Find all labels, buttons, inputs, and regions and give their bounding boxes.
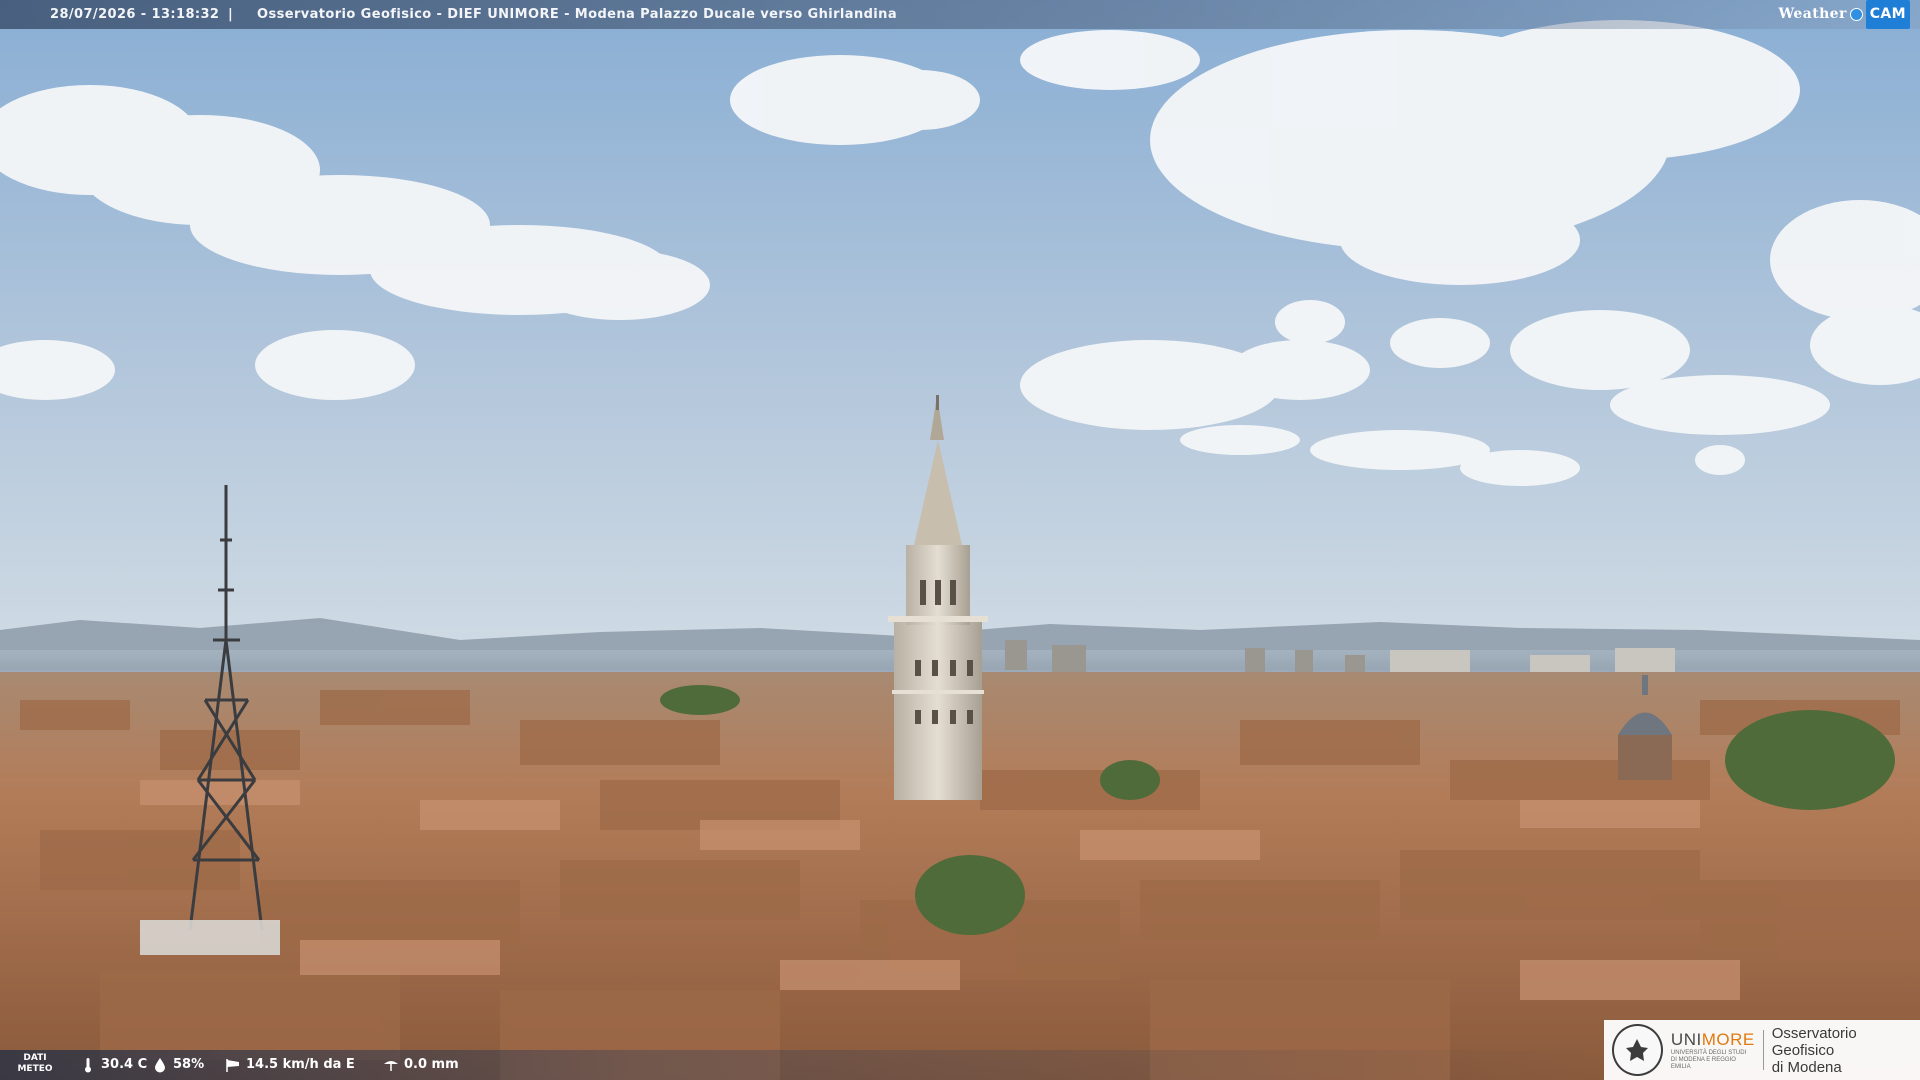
- university-subtitle: UNIVERSITÀ DEGLI STUDI DI MODENA E REGGI…: [1670, 1049, 1747, 1070]
- brand-weather-text: Weather: [1778, 5, 1847, 22]
- weathercam-logo: Weather CAM: [1778, 0, 1910, 29]
- temperature-value: 30.4 C: [101, 1057, 148, 1072]
- weather-label-line1: DATI: [23, 1053, 47, 1063]
- weather-label-line2: METEO: [17, 1064, 53, 1074]
- wind-value: 14.5 km/h da E: [246, 1057, 355, 1072]
- temperature-reading: 30.4 C: [80, 1050, 147, 1080]
- university-name-accent: MORE: [1701, 1029, 1755, 1049]
- humidity-reading: 58%: [152, 1050, 204, 1080]
- university-name-block: UNIMORE UNIVERSITÀ DEGLI STUDI DI MODENA…: [1671, 1030, 1755, 1071]
- university-seal-icon: [1612, 1024, 1663, 1076]
- thermometer-icon: [85, 1058, 91, 1073]
- rain-reading: 0.0 mm: [383, 1050, 459, 1080]
- rain-value: 0.0 mm: [404, 1057, 459, 1072]
- university-name-main: UNI: [1670, 1029, 1702, 1049]
- camera-title: Osservatorio Geofisico - DIEF UNIMORE - …: [257, 7, 897, 22]
- header-separator: |: [228, 7, 234, 22]
- university-name: UNIMORE: [1671, 1030, 1755, 1050]
- timestamp: 28/07/2026 - 13:18:32: [50, 7, 220, 22]
- weather-data-label: DATI METEO: [14, 1053, 56, 1075]
- camera-lens-icon: [1849, 7, 1863, 21]
- wind-reading: 14.5 km/h da E: [225, 1050, 355, 1080]
- weather-data-bar: DATI METEO 30.4 C 58% 14.5 km/h da E 0.0…: [0, 1050, 1600, 1080]
- institution-logo: UNIMORE UNIVERSITÀ DEGLI STUDI DI MODENA…: [1604, 1020, 1920, 1080]
- observatory-name-line2: di Modena: [1771, 1058, 1842, 1076]
- brand-cam-text: CAM: [1865, 0, 1910, 29]
- observatory-name: Osservatorio Geofisico di Modena: [1772, 1025, 1920, 1076]
- webcam-frame: 28/07/2026 - 13:18:32 | Osservatorio Geo…: [0, 0, 1920, 1080]
- logo-divider: [1762, 1030, 1764, 1070]
- antenna-base: [140, 920, 280, 955]
- camera-header-bar: 28/07/2026 - 13:18:32 | Osservatorio Geo…: [0, 0, 1920, 29]
- city-panorama: [0, 0, 1920, 1080]
- rain-gauge-icon: [384, 1061, 398, 1071]
- observatory-name-line1: Osservatorio Geofisico: [1771, 1024, 1857, 1059]
- humidity-drop-icon: [155, 1058, 165, 1073]
- humidity-value: 58%: [173, 1057, 205, 1072]
- wind-sock-icon: [226, 1059, 239, 1072]
